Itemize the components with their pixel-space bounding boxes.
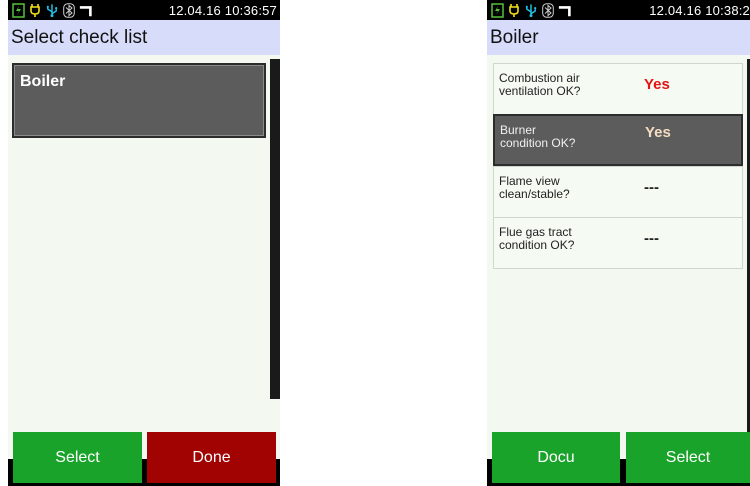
checklist-questions: Combustion air ventilation OK? Yes Burne… (487, 55, 750, 459)
question-label: Flame view clean/stable? (499, 175, 629, 201)
bluetooth-icon (541, 2, 555, 18)
select-button[interactable]: Select (13, 432, 142, 483)
question-line: ventilation OK? (499, 84, 581, 98)
checklist-item-flame-view[interactable]: Flame view clean/stable? --- (493, 166, 743, 217)
usb-icon (45, 3, 59, 18)
page-title: Boiler (487, 20, 750, 55)
probe-icon (79, 3, 93, 18)
status-icons (11, 2, 93, 18)
status-bar: 12.04.16 10:38:2 (487, 0, 750, 20)
battery-charging-icon (490, 2, 504, 18)
question-line: condition OK? (500, 136, 576, 150)
checklist-item-burner[interactable]: Burner condition OK? Yes (493, 114, 743, 166)
right-device-screen: 12.04.16 10:38:2 Boiler Combustion air v… (487, 0, 750, 486)
page-title: Select check list (8, 20, 280, 55)
list-item-boiler[interactable]: Boiler (12, 63, 266, 138)
status-icons (490, 2, 572, 18)
probe-icon (558, 3, 572, 18)
plug-icon (28, 3, 42, 18)
softkey-bar: Docu Select (487, 432, 750, 486)
answer-value: --- (644, 179, 659, 196)
answer-value: Yes (644, 76, 670, 93)
battery-charging-icon (11, 2, 25, 18)
list-item-label: Boiler (20, 73, 66, 90)
question-label: Burner condition OK? (500, 124, 630, 150)
checklist-item-flue-gas[interactable]: Flue gas tract condition OK? --- (493, 217, 743, 269)
question-label: Combustion air ventilation OK? (499, 72, 629, 98)
docu-button[interactable]: Docu (492, 432, 620, 483)
scrollbar[interactable] (270, 59, 280, 399)
question-line: clean/stable? (499, 187, 570, 201)
select-button[interactable]: Select (626, 432, 750, 483)
plug-icon (507, 3, 521, 18)
softkey-bar: Select Done (8, 432, 280, 486)
status-bar: 12.04.16 10:36:57 (8, 0, 280, 20)
answer-value: --- (644, 230, 659, 247)
done-button[interactable]: Done (147, 432, 276, 483)
checklist: Combustion air ventilation OK? Yes Burne… (493, 63, 743, 269)
checklist-selection-list: Boiler (8, 55, 280, 459)
checklist-item-combustion-air[interactable]: Combustion air ventilation OK? Yes (493, 63, 743, 114)
question-label: Flue gas tract condition OK? (499, 226, 629, 252)
question-line: condition OK? (499, 238, 575, 252)
datetime: 12.04.16 10:38:2 (649, 3, 750, 18)
bluetooth-icon (62, 2, 76, 18)
left-device-screen: 12.04.16 10:36:57 Select check list Boil… (8, 0, 280, 486)
answer-value: Yes (645, 124, 671, 141)
datetime: 12.04.16 10:36:57 (168, 3, 277, 18)
usb-icon (524, 3, 538, 18)
